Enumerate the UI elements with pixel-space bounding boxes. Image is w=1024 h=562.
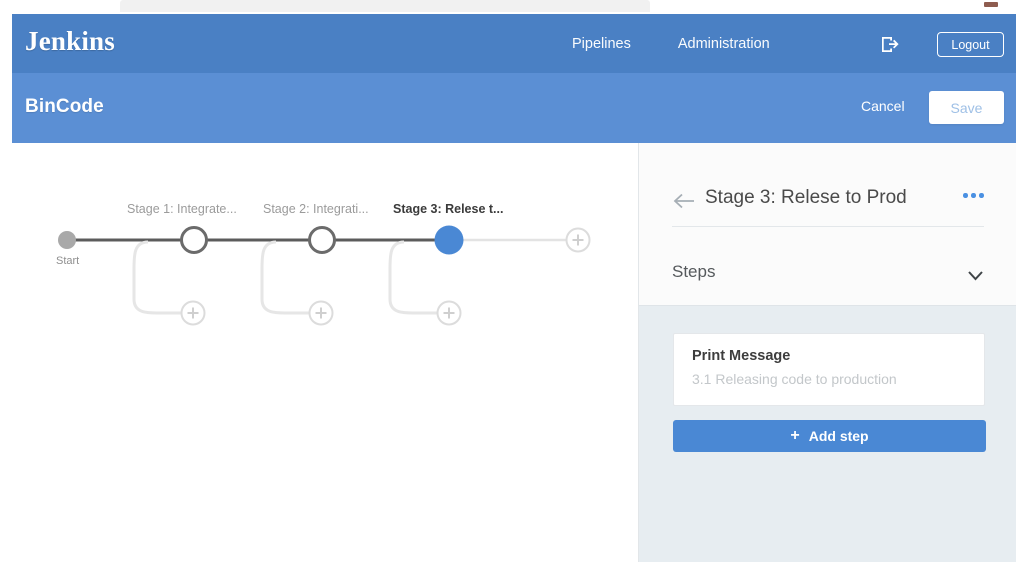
ellipsis-dot [971, 193, 976, 198]
browser-chrome-strip [0, 0, 1024, 14]
graph-branch-line-2 [262, 242, 320, 313]
graph-start-label: Start [56, 255, 79, 267]
plus-icon: + [790, 428, 799, 444]
stage-label-1[interactable]: Stage 1: Integrate... [127, 202, 237, 216]
graph-add-stage-button [567, 229, 590, 252]
editor-body: Stage 1: Integrate... Stage 2: Integrati… [12, 143, 1016, 562]
page-title: BinCode [25, 96, 104, 118]
graph-branch-line-3 [390, 242, 448, 313]
stage-detail-panel: Stage 3: Relese to Prod Steps [638, 143, 1016, 562]
graph-stage-node-3-selected [435, 226, 464, 255]
back-arrow-icon[interactable] [672, 193, 696, 209]
add-step-button[interactable]: + Add step [673, 420, 986, 452]
cancel-button[interactable]: Cancel [861, 98, 905, 114]
graph-start-node [58, 231, 76, 249]
step-title: Print Message [692, 348, 790, 364]
browser-tab-strip [120, 0, 650, 12]
graph-stage-node-1 [182, 228, 207, 253]
nav-link-administration[interactable]: Administration [678, 36, 770, 52]
add-step-label: Add step [809, 428, 869, 444]
jenkins-logo[interactable]: Jenkins [25, 26, 115, 57]
logout-button[interactable]: Logout [937, 32, 1004, 57]
panel-divider [672, 226, 984, 227]
stage-detail-title: Stage 3: Relese to Prod [705, 187, 907, 209]
step-card[interactable]: Print Message 3.1 Releasing code to prod… [673, 333, 985, 406]
nav-link-pipelines[interactable]: Pipelines [572, 36, 631, 52]
steps-section-label: Steps [672, 262, 715, 282]
step-subtitle: 3.1 Releasing code to production [692, 371, 897, 387]
app-frame: Jenkins Pipelines Administration Logout … [12, 14, 1016, 562]
browser-chrome-artifact [984, 2, 998, 7]
stage-label-3[interactable]: Stage 3: Relese t... [393, 202, 503, 216]
chevron-down-icon[interactable] [967, 268, 984, 279]
graph-add-parallel-button-2 [310, 302, 333, 325]
graph-add-parallel-button-1 [182, 302, 205, 325]
screen-root: Jenkins Pipelines Administration Logout … [0, 0, 1024, 562]
steps-section-header[interactable]: Steps [639, 248, 1016, 303]
stage-detail-header: Stage 3: Relese to Prod Steps [639, 143, 1016, 306]
save-button[interactable]: Save [929, 91, 1004, 124]
graph-branch-line-1 [134, 242, 192, 313]
graph-add-parallel-button-3 [438, 302, 461, 325]
logout-arrow-icon[interactable] [880, 35, 901, 54]
ellipsis-dot [979, 193, 984, 198]
pipeline-header-bar: BinCode Cancel Save [12, 73, 1016, 143]
ellipsis-icon[interactable] [963, 193, 984, 198]
panel-header-border [639, 305, 1016, 306]
stage-label-2[interactable]: Stage 2: Integrati... [263, 202, 369, 216]
pipeline-graph-canvas[interactable]: Stage 1: Integrate... Stage 2: Integrati… [12, 143, 638, 562]
ellipsis-dot [963, 193, 968, 198]
graph-stage-node-2 [310, 228, 335, 253]
nav-links: Pipelines Administration [572, 14, 770, 73]
top-navigation-bar: Jenkins Pipelines Administration Logout [12, 14, 1016, 73]
